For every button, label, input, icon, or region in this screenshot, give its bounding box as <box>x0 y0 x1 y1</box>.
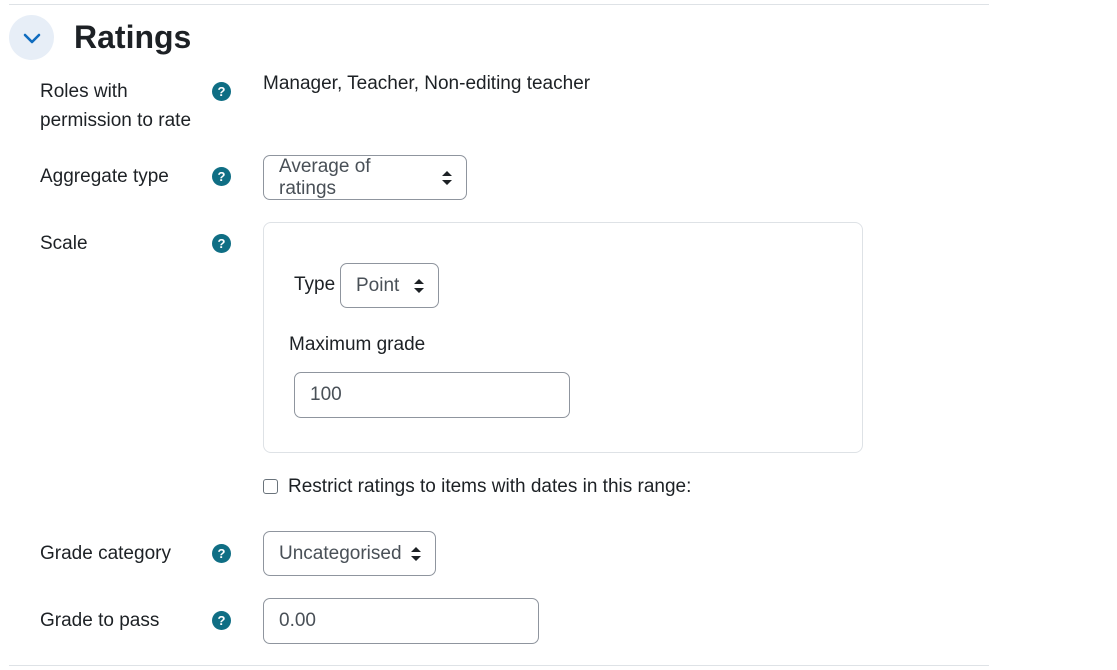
top-divider <box>9 4 989 5</box>
sort-caret-icon <box>411 546 421 561</box>
collapse-toggle-button[interactable] <box>9 15 54 60</box>
max-grade-value: 100 <box>310 384 342 405</box>
sort-caret-icon <box>442 170 452 185</box>
ratings-section: Ratings Roles with permission to rate ? … <box>0 0 1117 670</box>
grade-to-pass-value: 0.00 <box>279 610 316 631</box>
question-circle-icon[interactable]: ? <box>212 544 231 563</box>
aggregate-type-select[interactable]: Average of ratings <box>263 155 467 200</box>
scale-type-value: Point <box>356 274 400 296</box>
aggregate-type-label: Aggregate type <box>40 166 169 187</box>
question-circle-icon[interactable]: ? <box>212 82 231 101</box>
question-circle-icon[interactable]: ? <box>212 167 231 186</box>
max-grade-input[interactable]: 100 <box>294 372 570 418</box>
grade-to-pass-label: Grade to pass <box>40 610 160 631</box>
grade-category-select[interactable]: Uncategorised <box>263 531 436 576</box>
aggregate-type-value: Average of ratings <box>279 155 371 199</box>
chevron-down-icon <box>23 33 40 43</box>
section-title: Ratings <box>74 19 192 55</box>
restrict-dates-checkbox[interactable] <box>263 479 278 494</box>
question-circle-icon[interactable]: ? <box>212 234 231 253</box>
scale-type-select[interactable]: Point <box>340 263 439 308</box>
sort-caret-icon <box>414 278 424 293</box>
roles-label: Roles with permission to rate <box>40 77 191 135</box>
roles-value: Manager, Teacher, Non-editing teacher <box>263 73 591 94</box>
roles-label-line1: Roles with <box>40 81 128 102</box>
scale-type-label: Type <box>294 274 336 295</box>
question-circle-icon[interactable]: ? <box>212 611 231 630</box>
roles-label-line2: permission to rate <box>40 110 192 131</box>
grade-to-pass-input[interactable]: 0.00 <box>263 598 539 644</box>
bottom-divider <box>9 665 989 666</box>
grade-category-value: Uncategorised <box>279 542 402 564</box>
restrict-dates-label[interactable]: Restrict ratings to items with dates in … <box>288 472 691 501</box>
grade-category-label: Grade category <box>40 543 171 564</box>
scale-label: Scale <box>40 233 88 254</box>
max-grade-label: Maximum grade <box>289 334 426 355</box>
